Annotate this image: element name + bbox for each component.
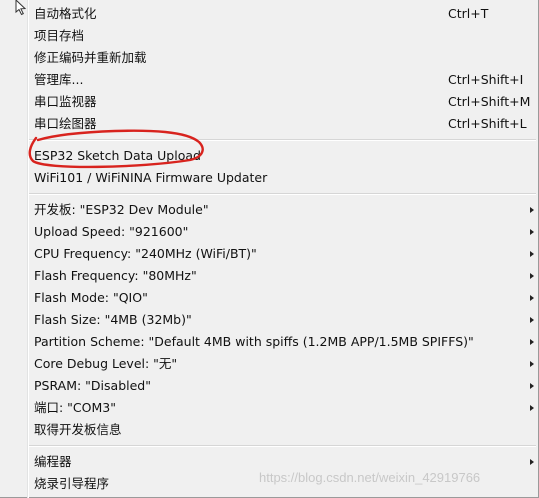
menu-item-serial-monitor[interactable]: 串口监视器 Ctrl+Shift+M: [29, 91, 537, 113]
menu-item-label: Upload Speed: "921600": [34, 224, 189, 239]
menu-item-shortcut: Ctrl+Shift+L: [448, 116, 527, 131]
menu-item-flash-size[interactable]: Flash Size: "4MB (32Mb)": [29, 309, 537, 331]
menu-item-label: 开发板: "ESP32 Dev Module": [34, 202, 209, 217]
menu-item-label: 修正编码并重新加载: [34, 50, 147, 65]
menu-item-label: Flash Frequency: "80MHz": [34, 268, 197, 283]
submenu-arrow-icon: [530, 317, 534, 323]
menu-item-esp32-sketch-data-upload[interactable]: ESP32 Sketch Data Upload: [29, 145, 537, 167]
menu-item-label: 取得开发板信息: [34, 422, 122, 437]
menu-item-wifi-firmware-updater[interactable]: WiFi101 / WiFiNINA Firmware Updater: [29, 167, 537, 189]
submenu-arrow-icon: [530, 229, 534, 235]
menu-item-label: PSRAM: "Disabled": [34, 378, 151, 393]
menu-item-flash-mode[interactable]: Flash Mode: "QIO": [29, 287, 537, 309]
menu-item-manage-libraries[interactable]: 管理库... Ctrl+Shift+I: [29, 69, 537, 91]
menu-item-label: 烧录引导程序: [34, 476, 110, 491]
submenu-arrow-icon: [530, 339, 534, 345]
submenu-arrow-icon: [530, 459, 534, 465]
submenu-arrow-icon: [530, 251, 534, 257]
menu-item-auto-format[interactable]: 自动格式化 Ctrl+T: [29, 3, 537, 25]
menu-item-fix-encoding-reload[interactable]: 修正编码并重新加载: [29, 47, 537, 69]
menu-item-core-debug-level[interactable]: Core Debug Level: "无": [29, 353, 537, 375]
menu-item-label: 串口绘图器: [34, 116, 97, 131]
menu-item-port[interactable]: 端口: "COM3": [29, 397, 537, 419]
submenu-arrow-icon: [530, 361, 534, 367]
menu-item-label: WiFi101 / WiFiNINA Firmware Updater: [34, 170, 268, 185]
menu-item-label: 编程器: [34, 454, 72, 469]
menu-separator: [29, 139, 536, 141]
menu-item-shortcut: Ctrl+Shift+M: [448, 94, 531, 109]
menu-item-board[interactable]: 开发板: "ESP32 Dev Module": [29, 199, 537, 221]
submenu-arrow-icon: [530, 383, 534, 389]
menu-item-serial-plotter[interactable]: 串口绘图器 Ctrl+Shift+L: [29, 113, 537, 135]
menu-item-partition-scheme[interactable]: Partition Scheme: "Default 4MB with spif…: [29, 331, 537, 353]
menu-item-label: Core Debug Level: "无": [34, 356, 178, 371]
menu-item-label: Flash Size: "4MB (32Mb)": [34, 312, 192, 327]
menu-item-label: 端口: "COM3": [34, 400, 116, 415]
submenu-arrow-icon: [530, 295, 534, 301]
tools-menu: 自动格式化 Ctrl+T 项目存档 修正编码并重新加载 管理库... Ctrl+…: [0, 0, 539, 498]
menu-separator: [29, 193, 536, 195]
menu-item-label: Flash Mode: "QIO": [34, 290, 148, 305]
menu-item-label: 管理库...: [34, 72, 84, 87]
menu-item-shortcut: Ctrl+Shift+I: [448, 72, 524, 87]
submenu-arrow-icon: [530, 273, 534, 279]
submenu-arrow-icon: [530, 405, 534, 411]
submenu-arrow-icon: [530, 207, 534, 213]
menu-item-label: 项目存档: [34, 28, 85, 43]
menu-separator: [29, 445, 536, 447]
watermark-text: https://blog.csdn.net/weixin_42919766: [259, 470, 481, 485]
menu-item-label: ESP32 Sketch Data Upload: [34, 148, 201, 163]
menu-item-label: Partition Scheme: "Default 4MB with spif…: [34, 334, 474, 349]
menu-item-shortcut: Ctrl+T: [448, 6, 489, 21]
menu-item-psram[interactable]: PSRAM: "Disabled": [29, 375, 537, 397]
menu-item-cpu-frequency[interactable]: CPU Frequency: "240MHz (WiFi/BT)": [29, 243, 537, 265]
menu-item-flash-frequency[interactable]: Flash Frequency: "80MHz": [29, 265, 537, 287]
mouse-pointer-icon: [15, 0, 27, 16]
menu-item-upload-speed[interactable]: Upload Speed: "921600": [29, 221, 537, 243]
menu-item-label: CPU Frequency: "240MHz (WiFi/BT)": [34, 246, 257, 261]
menu-item-archive-sketch[interactable]: 项目存档: [29, 25, 537, 47]
menu-item-label: 串口监视器: [34, 94, 97, 109]
menu-item-label: 自动格式化: [34, 6, 97, 21]
menu-item-get-board-info[interactable]: 取得开发板信息: [29, 419, 537, 441]
